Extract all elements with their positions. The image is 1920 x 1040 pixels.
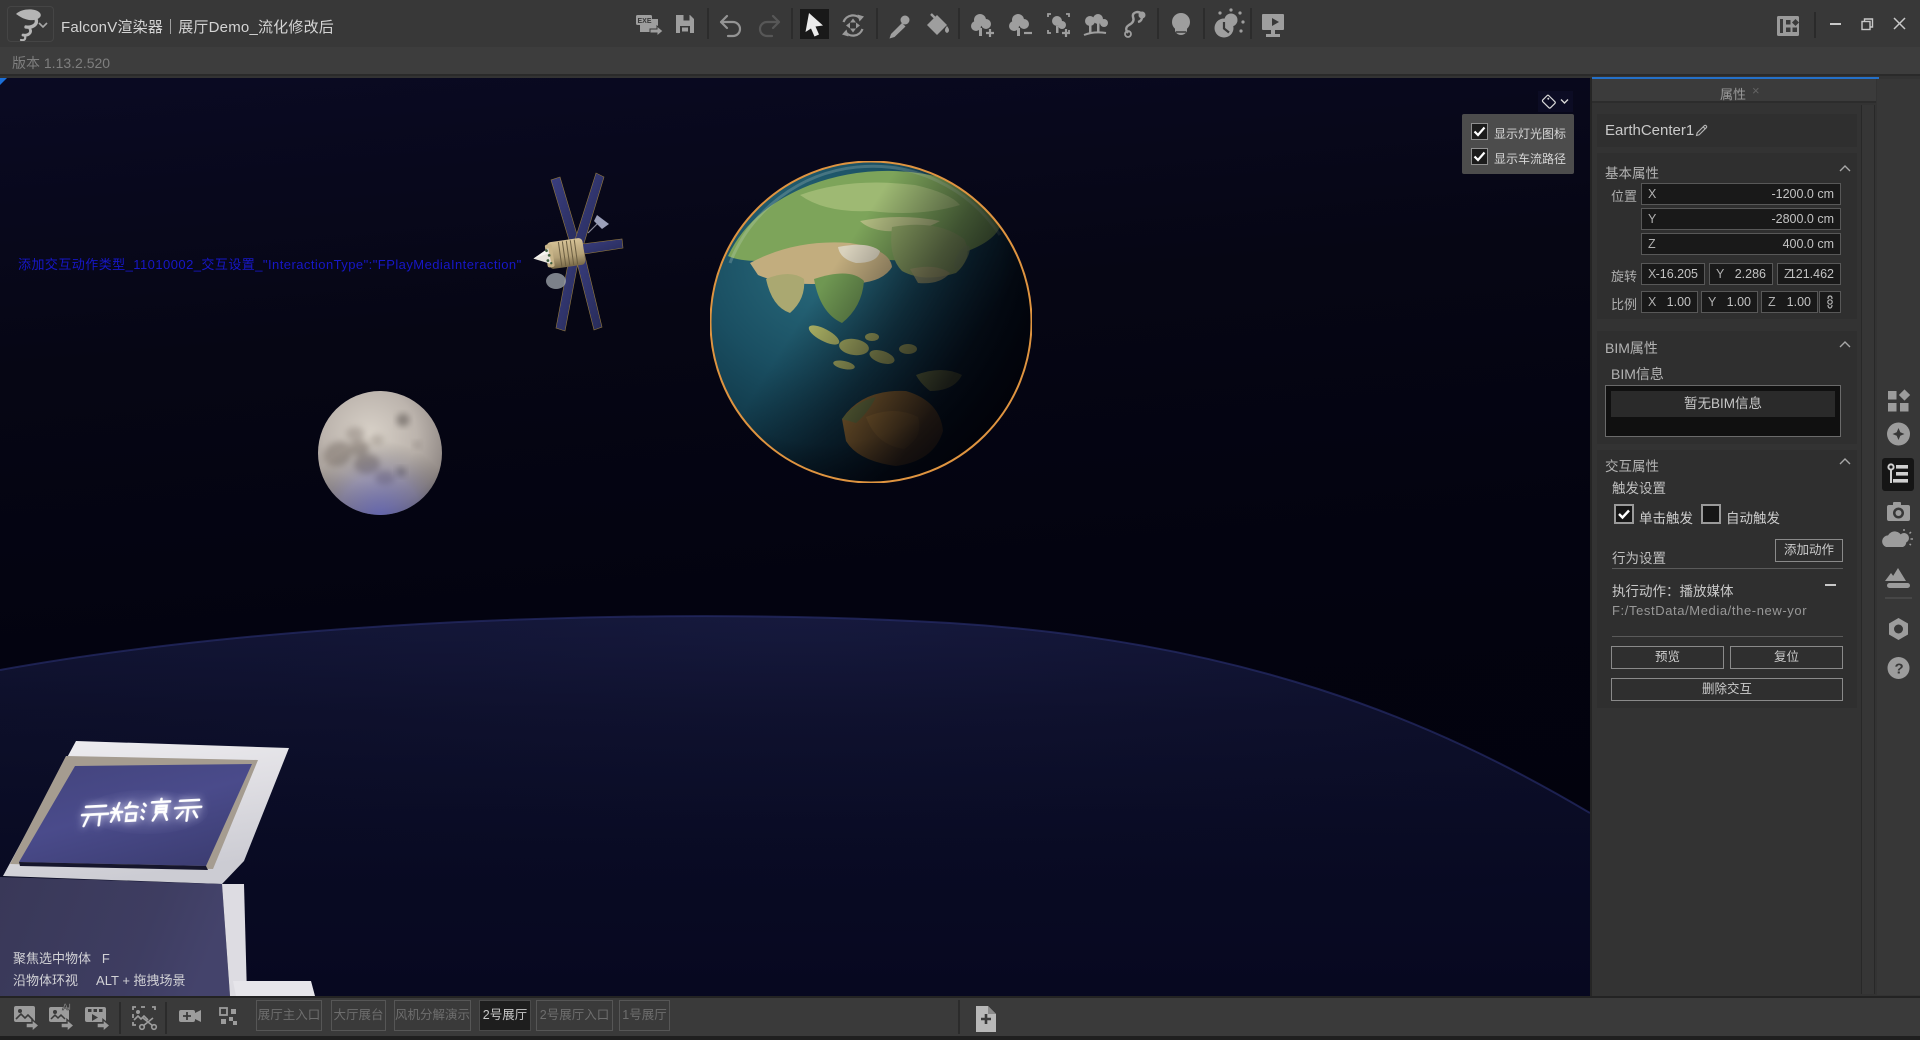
svg-text:AI: AI bbox=[62, 1002, 71, 1012]
svg-text:?: ? bbox=[1895, 661, 1904, 678]
svg-text:EXE: EXE bbox=[638, 18, 652, 25]
